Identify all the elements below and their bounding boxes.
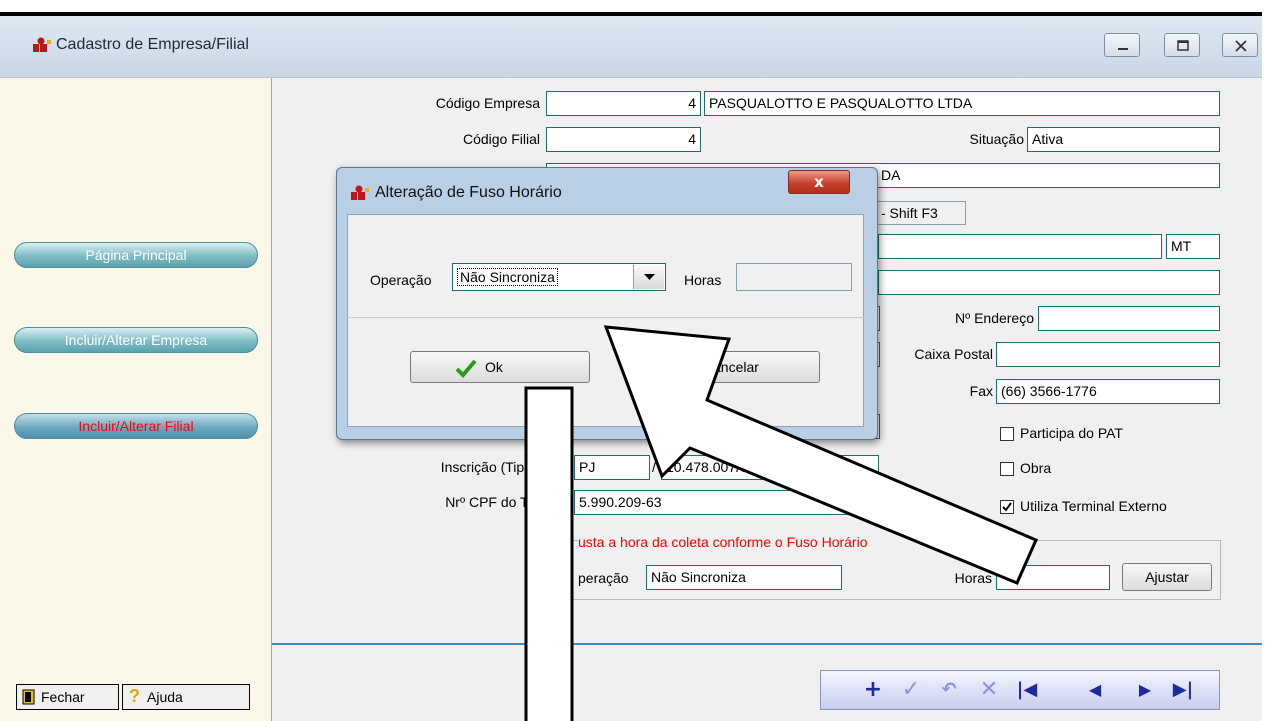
bairro-field[interactable]	[878, 270, 1220, 295]
ajustar-button[interactable]: Ajustar	[1122, 563, 1212, 591]
minimize-icon	[1118, 48, 1128, 50]
numero-endereco-label: Nº Endereço	[954, 310, 1034, 326]
dialog-app-icon	[351, 185, 369, 200]
inscricao-numero-field[interactable]: 10.478.007/0001-7	[661, 455, 879, 480]
shortcut-button[interactable]: - Shift F3	[876, 201, 966, 225]
ajuda-label: Ajuda	[147, 689, 183, 705]
dialog-horas-field[interactable]	[736, 263, 852, 291]
app-icon	[33, 37, 51, 52]
codigo-filial-field[interactable]: 4	[546, 127, 701, 152]
confirm-icon[interactable]: ✓	[896, 676, 926, 704]
dialog-title: Alteração de Fuso Horário	[375, 184, 562, 201]
undo-icon[interactable]: ↶	[934, 676, 964, 704]
dropdown-button[interactable]	[633, 265, 664, 289]
dialog-ok-button[interactable]: Ok	[410, 351, 590, 383]
caixa-postal-field[interactable]	[996, 342, 1220, 367]
terminal-externo-checkbox[interactable]	[1000, 500, 1014, 514]
horas-label: Horas	[954, 570, 992, 586]
operacao-field[interactable]: Não Sincroniza	[646, 565, 842, 590]
close-icon	[1235, 40, 1247, 52]
cidade-field[interactable]	[878, 234, 1162, 259]
dialog-horas-label: Horas	[684, 272, 722, 288]
dialog-close-button[interactable]: x	[788, 170, 850, 194]
minimize-button[interactable]	[1104, 33, 1140, 57]
maximize-button[interactable]	[1164, 33, 1200, 57]
close-icon: x	[814, 173, 824, 191]
participa-pat-label: Participa do PAT	[1020, 425, 1123, 441]
next-icon[interactable]: ▶	[1130, 676, 1160, 704]
inscricao-label: Inscrição (Tipo/N	[440, 459, 546, 475]
fax-label: Fax	[969, 383, 993, 399]
exit-door-icon	[22, 689, 35, 705]
last-icon[interactable]: ▶|	[1168, 676, 1198, 704]
caixa-postal-label: Caixa Postal	[914, 346, 993, 362]
cpf-field[interactable]: 5.990.209-63	[574, 490, 879, 515]
fuso-note: usta a hora da coleta conforme o Fuso Ho…	[578, 534, 998, 550]
cpf-label: Nrº CPF do Titul	[445, 494, 546, 510]
fechar-button[interactable]: Fechar	[16, 684, 119, 710]
sidebar	[0, 78, 272, 721]
empresa-nome-field[interactable]: PASQUALOTTO E PASQUALOTTO LTDA	[704, 91, 1220, 116]
obra-checkbox[interactable]	[1000, 462, 1014, 476]
participa-pat-checkbox[interactable]	[1000, 427, 1014, 441]
ajuda-button[interactable]: ? Ajuda	[122, 684, 250, 710]
operacao-label: peração	[578, 570, 629, 586]
checkmark-icon	[1002, 502, 1012, 512]
numero-endereco-field[interactable]	[1038, 306, 1220, 331]
help-icon: ?	[129, 686, 140, 706]
inscricao-tipo-field[interactable]: PJ	[574, 455, 650, 480]
sidebar-item-pagina-principal[interactable]: Página Principal	[14, 242, 258, 268]
green-check-icon	[455, 359, 477, 378]
fechar-label: Fechar	[41, 689, 85, 705]
situacao-label: Situação	[969, 131, 1024, 147]
dialog-operacao-value: Não Sincroniza	[457, 268, 558, 286]
codigo-empresa-field[interactable]: 4	[546, 91, 701, 116]
terminal-externo-label: Utiliza Terminal Externo	[1020, 498, 1167, 514]
codigo-filial-label: Código Filial	[462, 131, 540, 147]
dialog-ok-label: Ok	[485, 359, 503, 375]
window-title: Cadastro de Empresa/Filial	[56, 36, 249, 53]
sidebar-item-incluir-empresa[interactable]: Incluir/Alterar Empresa	[14, 327, 258, 353]
form-separator	[272, 643, 1262, 645]
delete-icon[interactable]: ✕	[974, 676, 1004, 704]
chevron-down-icon	[644, 274, 655, 280]
add-icon[interactable]: +	[858, 676, 888, 704]
first-icon[interactable]: |◀	[1012, 676, 1042, 704]
horas-field[interactable]	[996, 565, 1110, 590]
sidebar-item-incluir-filial[interactable]: Incluir/Alterar Filial	[14, 413, 258, 439]
close-window-button[interactable]	[1222, 33, 1258, 57]
uf-field[interactable]: MT	[1166, 234, 1220, 259]
prev-icon[interactable]: ◀	[1080, 676, 1110, 704]
maximize-icon	[1177, 40, 1189, 51]
codigo-empresa-label: Código Empresa	[435, 95, 540, 111]
dialog-cancel-button[interactable]: ancelar	[640, 351, 820, 383]
obra-label: Obra	[1020, 460, 1052, 476]
fax-field[interactable]: (66) 3566-1776	[996, 379, 1220, 404]
situacao-field[interactable]: Ativa	[1027, 127, 1220, 152]
dialog-operacao-label: Operação	[370, 272, 432, 288]
